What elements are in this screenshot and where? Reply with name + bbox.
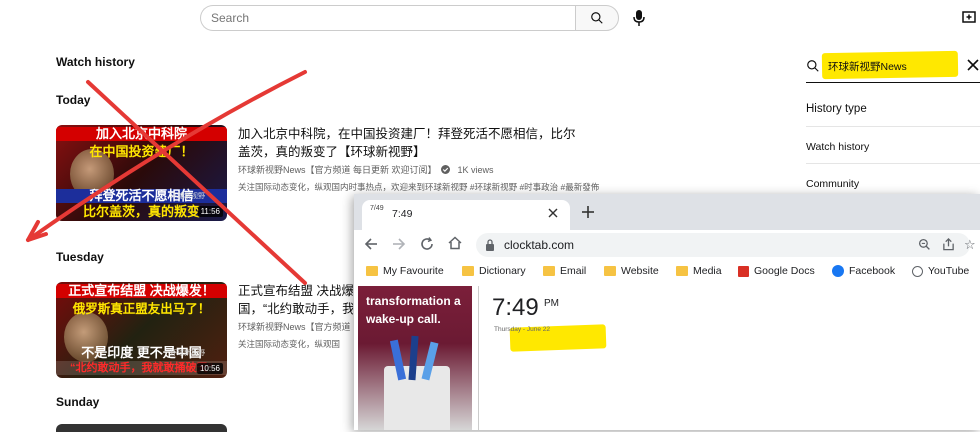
- voice-search-button[interactable]: [630, 8, 648, 28]
- zoom-button[interactable]: [918, 238, 931, 256]
- history-search-input[interactable]: 环球新视野News: [828, 59, 907, 74]
- google-docs-icon: [738, 265, 749, 277]
- bookmark-label: My Favourite: [383, 265, 444, 277]
- bookmark-my-favourite[interactable]: My Favourite: [366, 265, 444, 277]
- plus-icon: [582, 206, 594, 218]
- history-type-watch[interactable]: Watch history: [806, 141, 869, 153]
- tab-title: 7:49: [392, 208, 413, 220]
- share-icon: [943, 238, 954, 251]
- address-bar[interactable]: clocktab.com ☆: [476, 233, 976, 257]
- reload-icon: [421, 237, 433, 250]
- video-description: 关注国际动态变化，纵观国: [238, 339, 341, 349]
- section-heading-sunday: Sunday: [56, 395, 100, 409]
- bookmark-label: Google Docs: [754, 265, 815, 277]
- home-icon: [448, 236, 462, 250]
- forward-button[interactable]: [392, 237, 406, 253]
- bookmark-label: Facebook: [849, 265, 896, 277]
- video-thumbnail[interactable]: [56, 424, 227, 432]
- divider: [806, 126, 980, 127]
- bookmark-media[interactable]: Media: [676, 265, 722, 277]
- tab-clocktab[interactable]: 7/49 7:49: [362, 200, 570, 230]
- browser-toolbar: clocktab.com ☆: [354, 230, 980, 260]
- bookmark-website[interactable]: Website: [604, 265, 659, 277]
- clock-date: Thursday - June 22: [494, 326, 551, 333]
- divider: [806, 163, 980, 164]
- clocktab-page: transformation a wake-up call. 7:49 PM T…: [354, 286, 980, 430]
- folder-icon: [462, 266, 474, 276]
- bookmark-label: Media: [693, 265, 722, 277]
- tab-strip: 7/49 7:49: [354, 194, 980, 230]
- clock-time: 7:49: [492, 294, 539, 321]
- reload-button[interactable]: [420, 237, 434, 253]
- browser-window: 7/49 7:49 clocktab.com ☆ My Favourite Di…: [354, 194, 980, 430]
- arrow-right-icon: [393, 238, 406, 250]
- bookmark-label: Website: [621, 265, 659, 277]
- folder-icon: [366, 266, 378, 276]
- create-button[interactable]: [962, 10, 976, 24]
- back-button[interactable]: [364, 237, 378, 253]
- page-divider: [478, 286, 479, 430]
- thumb-watermark: 环球新视野: [170, 350, 205, 357]
- history-type-community[interactable]: Community: [806, 178, 859, 190]
- zoom-icon: [918, 238, 930, 250]
- clear-search-button[interactable]: [966, 58, 980, 77]
- advertisement[interactable]: transformation a wake-up call.: [358, 286, 472, 430]
- search-icon: [591, 12, 603, 24]
- bookmark-dictionary[interactable]: Dictionary: [462, 265, 526, 277]
- search-history-icon: [806, 59, 820, 78]
- close-icon: [548, 208, 558, 218]
- arrow-left-icon: [364, 238, 377, 250]
- search-button[interactable]: [575, 5, 619, 31]
- new-tab-button[interactable]: [582, 205, 594, 223]
- globe-icon: [912, 265, 923, 277]
- bookmark-google-docs[interactable]: Google Docs: [738, 265, 815, 277]
- close-tab-button[interactable]: [548, 205, 558, 223]
- folder-icon: [543, 266, 555, 276]
- history-type-label: History type: [806, 103, 867, 115]
- facebook-icon: [832, 265, 844, 277]
- clock-ampm: PM: [544, 298, 559, 309]
- create-video-icon: [962, 11, 976, 23]
- bookmark-facebook[interactable]: Facebook: [832, 265, 895, 277]
- bookmark-star-icon[interactable]: ☆: [964, 237, 976, 253]
- folder-icon: [676, 266, 688, 276]
- pen-cup-image: [384, 335, 450, 430]
- bookmark-email[interactable]: Email: [543, 265, 586, 277]
- bookmark-label: Email: [560, 265, 587, 277]
- annotation-cross-mark: [26, 70, 307, 285]
- bookmark-youtube[interactable]: YouTube: [912, 265, 969, 277]
- folder-icon: [604, 266, 616, 276]
- home-button[interactable]: [448, 236, 462, 252]
- microphone-icon: [633, 10, 645, 26]
- ad-text: transformation a wake-up call.: [366, 294, 461, 326]
- view-count: 1K views: [457, 164, 494, 175]
- url-text: clocktab.com: [504, 238, 575, 252]
- bookmark-label: Dictionary: [479, 265, 526, 277]
- verified-icon: [440, 165, 450, 174]
- lock-icon: [486, 239, 494, 251]
- search-underline: [806, 82, 980, 83]
- share-button[interactable]: [942, 238, 955, 256]
- bookmark-label: YouTube: [928, 265, 970, 277]
- close-icon: [967, 59, 979, 71]
- video-duration: 10:56: [196, 363, 223, 374]
- tab-favicon: 7/49: [370, 205, 384, 212]
- bookmarks-bar: My Favourite Dictionary Email Website Me…: [354, 260, 980, 287]
